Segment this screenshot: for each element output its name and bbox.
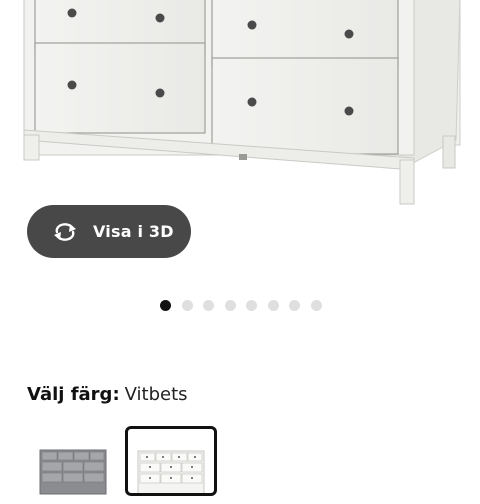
carousel-dot-6[interactable]: [267, 300, 279, 311]
carousel-dot-5[interactable]: [246, 300, 257, 311]
color-label: Välj färg:: [27, 384, 120, 405]
product-image[interactable]: [0, 0, 480, 210]
color-swatch-grey[interactable]: [36, 440, 110, 500]
rotate-3d-icon: [51, 221, 79, 243]
carousel-dot-2[interactable]: [181, 300, 193, 311]
carousel-dot-3[interactable]: [203, 300, 214, 311]
view-in-3d-label: Visa i 3D: [93, 222, 174, 241]
carousel-dot-4[interactable]: [224, 300, 236, 311]
selected-color-value: Vitbets: [124, 384, 188, 405]
view-in-3d-button[interactable]: Visa i 3D: [27, 205, 191, 258]
carousel-dot-7[interactable]: [289, 300, 300, 311]
carousel-pagination: [160, 300, 322, 311]
color-selector-heading: Välj färg: Vitbets: [27, 384, 188, 405]
carousel-dot-8[interactable]: [310, 300, 322, 311]
color-swatch-white[interactable]: [125, 426, 217, 496]
carousel-dot-1[interactable]: [160, 300, 171, 311]
